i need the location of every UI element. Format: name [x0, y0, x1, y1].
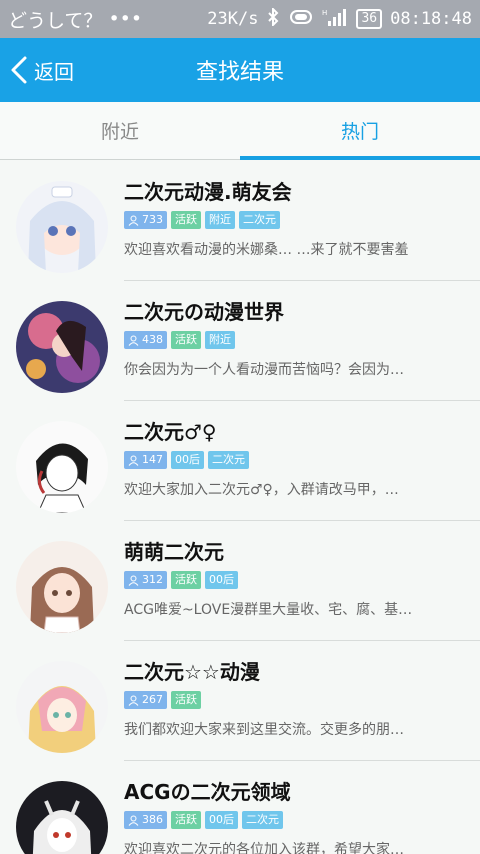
tag-badge: 二次元 [242, 811, 283, 829]
list-item[interactable]: 二次元の动漫世界 438 活跃 附近 你会因为为一个人看动漫而苦恼吗？会因为… [0, 281, 480, 401]
chevron-left-icon [11, 56, 27, 84]
person-icon [128, 575, 139, 586]
tag-badge: 活跃 [171, 691, 201, 709]
person-icon [128, 215, 139, 226]
person-icon [128, 815, 139, 826]
battery-icon: 36 [356, 9, 383, 29]
member-count-badge: 386 [124, 811, 167, 829]
back-label: 返回 [34, 59, 74, 84]
bluetooth-icon [266, 6, 280, 31]
list-item[interactable]: 二次元♂♀ 147 00后 二次元 欢迎大家加入二次元♂♀，入群请改马甲，… [0, 401, 480, 521]
group-avatar [16, 781, 108, 854]
notification-dots: ••• [108, 8, 143, 30]
tag-badge: 二次元 [208, 451, 249, 469]
member-count: 386 [142, 813, 163, 826]
clock: 08:18:48 [390, 9, 472, 29]
network-speed: 23K/s [207, 9, 259, 29]
tag-badge: 附近 [205, 211, 235, 229]
tag-badge: 活跃 [171, 211, 201, 229]
member-count: 267 [142, 693, 163, 706]
group-name: 萌萌二次元 [124, 540, 224, 564]
group-description: 我们都欢迎大家来到这里交流。交更多的朋… [124, 722, 404, 738]
group-description: 欢迎喜欢看动漫的米娜桑… …来了就不要害羞 [124, 242, 409, 258]
member-count: 733 [142, 213, 163, 226]
member-count-badge: 438 [124, 331, 167, 349]
list-item[interactable]: 萌萌二次元 312 活跃 00后 ACG唯爱~LOVE漫群里大量收、宅、腐、基… [0, 521, 480, 641]
app-bar: 返回 查找结果 [0, 38, 480, 102]
tab-popular[interactable]: 热门 [240, 102, 480, 160]
tab-nearby[interactable]: 附近 [0, 102, 240, 159]
group-description: 欢迎大家加入二次元♂♀，入群请改马甲，… [124, 482, 399, 498]
tag-badge: 00后 [205, 811, 238, 829]
member-count-badge: 733 [124, 211, 167, 229]
group-avatar [16, 541, 108, 633]
tag-badge: 附近 [205, 331, 235, 349]
group-description: 欢迎喜欢二次元的各位加入该群，希望大家… [124, 842, 404, 854]
person-icon [128, 335, 139, 346]
group-name: ACGの二次元领域 [124, 780, 291, 804]
tag-badge: 00后 [205, 571, 238, 589]
group-avatar [16, 301, 108, 393]
status-bar: どうして？ ••• 23K/s H 36 08:18:48 [0, 0, 480, 38]
vibrate-icon [288, 9, 314, 30]
group-avatar [16, 421, 108, 513]
tag-badge: 活跃 [171, 331, 201, 349]
tag-badge: 二次元 [239, 211, 280, 229]
group-list: 二次元动漫.萌友会 733 活跃 附近 二次元 欢迎喜欢看动漫的米娜桑… …来了… [0, 161, 480, 854]
group-name: 二次元♂♀ [124, 420, 217, 444]
group-name: 二次元动漫.萌友会 [124, 180, 292, 204]
notification-text: どうして？ [8, 9, 103, 32]
svg-text:H: H [322, 9, 327, 17]
signal-icon: H [322, 7, 348, 32]
member-count: 312 [142, 573, 163, 586]
group-description: ACG唯爱~LOVE漫群里大量收、宅、腐、基… [124, 602, 413, 618]
member-count-badge: 267 [124, 691, 167, 709]
group-avatar [16, 661, 108, 753]
list-item[interactable]: ACGの二次元领域 386 活跃 00后 二次元 欢迎喜欢二次元的各位加入该群，… [0, 761, 480, 854]
group-avatar [16, 181, 108, 273]
tag-badge: 00后 [171, 451, 204, 469]
tag-badge: 活跃 [171, 811, 201, 829]
tab-bar: 附近 热门 [0, 102, 480, 160]
member-count-badge: 147 [124, 451, 167, 469]
person-icon [128, 455, 139, 466]
back-button[interactable]: 返回 [0, 38, 100, 102]
group-name: 二次元☆☆动漫 [124, 660, 260, 684]
list-item[interactable]: 二次元动漫.萌友会 733 活跃 附近 二次元 欢迎喜欢看动漫的米娜桑… …来了… [0, 161, 480, 281]
tag-badge: 活跃 [171, 571, 201, 589]
group-name: 二次元の动漫世界 [124, 300, 284, 324]
member-count: 147 [142, 453, 163, 466]
member-count: 438 [142, 333, 163, 346]
person-icon [128, 695, 139, 706]
list-item[interactable]: 二次元☆☆动漫 267 活跃 我们都欢迎大家来到这里交流。交更多的朋… [0, 641, 480, 761]
group-description: 你会因为为一个人看动漫而苦恼吗？会因为… [124, 362, 404, 378]
member-count-badge: 312 [124, 571, 167, 589]
